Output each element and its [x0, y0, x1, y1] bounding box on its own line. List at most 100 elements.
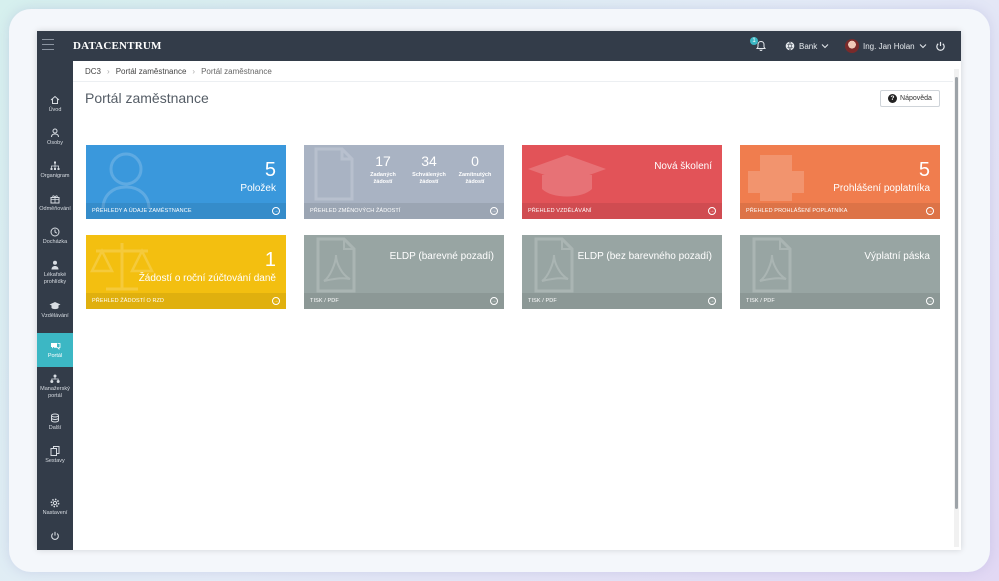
tile-footer[interactable]: Přehled žádostí o RZD →: [86, 293, 286, 309]
logo[interactable]: DATACENTRUM: [73, 40, 162, 52]
arrow-right-icon: →: [272, 207, 280, 215]
power-icon: [51, 531, 59, 540]
breadcrumb-item[interactable]: DC3: [85, 67, 101, 76]
org-icon: [50, 161, 60, 170]
layers-icon: [51, 413, 59, 423]
power-icon: [936, 41, 945, 51]
main-content: DC3 › Portál zaměstnance › Portál zaměst…: [73, 61, 961, 550]
tile-footer[interactable]: Přehled prohlášení poplatníka →: [740, 203, 940, 219]
docs-icon: [50, 446, 60, 456]
tile-label: ELDP (barevné pozadí): [389, 251, 494, 262]
sidebar: Úvod Osoby Organigram Odměňování Docházk…: [37, 61, 73, 550]
question-icon: ?: [888, 94, 898, 103]
stat-approved: 34 Schválených žádostí: [412, 153, 446, 185]
graduation-icon: [528, 155, 606, 197]
notification-badge: 1: [750, 37, 758, 45]
tile-label: Výplatní páska: [864, 251, 930, 262]
tile-footer[interactable]: Přehled změnových žádostí →: [304, 203, 504, 219]
tile-count: 1: [264, 249, 276, 271]
bank-label: Bank: [799, 41, 818, 51]
doctor-icon: [51, 260, 59, 270]
person-icon: [101, 152, 151, 209]
scrollbar[interactable]: [954, 69, 959, 547]
help-button[interactable]: ? Nápověda: [880, 90, 940, 107]
breadcrumb-item[interactable]: Portál zaměstnance: [116, 67, 187, 76]
arrow-right-icon: →: [272, 297, 280, 305]
breadcrumb-item-current: Portál zaměstnance: [201, 67, 272, 76]
sidebar-item-odmenovani[interactable]: Odměňování: [37, 194, 73, 213]
chevron-down-icon: [821, 44, 829, 49]
tile-label: ELDP (bez barevného pozadí): [577, 251, 712, 262]
arrow-right-icon: →: [708, 297, 716, 305]
arrow-right-icon: →: [490, 207, 498, 215]
gear-icon: [50, 498, 60, 508]
gift-icon: [50, 195, 60, 204]
tile-eldp-plain[interactable]: ELDP (bez barevného pozadí) Tisk / PDF →: [522, 235, 722, 309]
sidebar-item-portal[interactable]: Portál: [37, 333, 73, 367]
help-label: Nápověda: [900, 95, 932, 102]
sidebar-item-dalsi[interactable]: Další: [37, 413, 73, 432]
tile-footer[interactable]: Přehledy a údaje zaměstnance →: [86, 203, 286, 219]
tile-label: Prohlášení poplatníka: [833, 183, 930, 194]
document-icon: [314, 147, 354, 201]
arrow-right-icon: →: [708, 207, 716, 215]
sidebar-item-nastaveni[interactable]: Nastavení: [37, 498, 73, 517]
tile-footer[interactable]: Přehled vzdělávání →: [522, 203, 722, 219]
tile-label: Položek: [240, 183, 276, 194]
sidebar-item-lekarske-prohlidky[interactable]: Lékařské prohlídky: [37, 260, 73, 286]
sidebar-item-vzdelavani[interactable]: Vzdělávání: [37, 301, 73, 320]
breadcrumb: DC3 › Portál zaměstnance › Portál zaměst…: [85, 67, 272, 76]
hierarchy-icon: [50, 374, 60, 383]
people-icon: [51, 128, 59, 138]
avatar: [845, 39, 859, 53]
graduation-icon: [49, 302, 61, 310]
user-name: Ing. Jan Holan: [863, 41, 915, 51]
stat-submitted: 17 Zadaných žádostí: [370, 153, 396, 185]
scrollbar-thumb[interactable]: [955, 77, 958, 509]
tile-count: 5: [918, 159, 930, 181]
tile-footer[interactable]: Tisk / PDF →: [304, 293, 504, 309]
app-window: DATACENTRUM 1 Bank Ing. Jan Holan Úvod O…: [37, 31, 961, 550]
tile-taxpayer-declaration[interactable]: 5 Prohlášení poplatníka Přehled prohláše…: [740, 145, 940, 219]
home-icon: [50, 95, 60, 104]
scales-icon: [90, 243, 154, 291]
tile-training[interactable]: Nová školení Přehled vzdělávání →: [522, 145, 722, 219]
pdf-icon: [752, 237, 792, 293]
sidebar-item-sestavy[interactable]: Sestavy: [37, 446, 73, 465]
request-stats: 17 Zadaných žádostí 34 Schválených žádos…: [360, 153, 498, 186]
tile-payslip[interactable]: Výplatní páska Tisk / PDF →: [740, 235, 940, 309]
tile-footer[interactable]: Tisk / PDF →: [740, 293, 940, 309]
arrow-right-icon: →: [926, 207, 934, 215]
menu-icon[interactable]: [42, 39, 54, 54]
user-menu[interactable]: Ing. Jan Holan: [845, 31, 927, 61]
stat-rejected: 0 Zamítnutých žádostí: [458, 153, 492, 185]
page-title: Portál zaměstnance: [85, 90, 209, 106]
tile-label: Nová školení: [654, 161, 712, 172]
tile-change-requests[interactable]: 17 Zadaných žádostí 34 Schválených žádos…: [304, 145, 504, 219]
chevron-down-icon: [919, 44, 926, 49]
chat-icon: [50, 343, 60, 350]
arrow-right-icon: →: [490, 297, 498, 305]
logout-button[interactable]: [935, 31, 946, 61]
pdf-icon: [316, 237, 356, 293]
sidebar-item-osoby[interactable]: Osoby: [37, 128, 73, 147]
sidebar-item-uvod[interactable]: Úvod: [37, 95, 73, 114]
sidebar-logout[interactable]: [37, 531, 73, 543]
tile-label: Žádostí o roční zúčtování daně: [138, 273, 276, 284]
globe-icon: [785, 41, 795, 51]
clock-icon: [50, 227, 60, 237]
notifications[interactable]: 1: [750, 31, 767, 61]
sidebar-item-dochazka[interactable]: Docházka: [37, 227, 73, 246]
sidebar-item-organigram[interactable]: Organigram: [37, 161, 73, 180]
tile-employee-overview[interactable]: 5 Položek Přehledy a údaje zaměstnance →: [86, 145, 286, 219]
divider: [73, 81, 953, 82]
sidebar-item-manazersky-portal[interactable]: Manažerský portál: [37, 374, 73, 400]
tile-eldp-colored[interactable]: ELDP (barevné pozadí) Tisk / PDF →: [304, 235, 504, 309]
tile-count: 5: [264, 159, 276, 181]
tile-annual-tax-settlement[interactable]: 1 Žádostí o roční zúčtování daně Přehled…: [86, 235, 286, 309]
arrow-right-icon: →: [926, 297, 934, 305]
tile-footer[interactable]: Tisk / PDF →: [522, 293, 722, 309]
top-bar: DATACENTRUM 1 Bank Ing. Jan Holan: [37, 31, 961, 61]
bank-selector[interactable]: Bank: [785, 31, 829, 61]
printer-icon: [748, 155, 804, 201]
